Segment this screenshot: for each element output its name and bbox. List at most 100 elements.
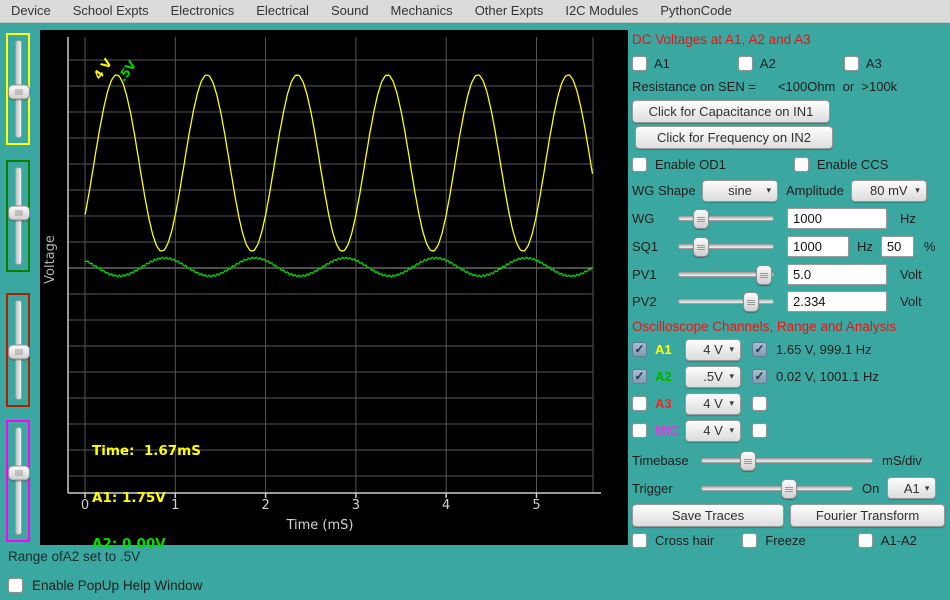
a1-enable-checkbox[interactable] bbox=[632, 342, 647, 357]
wg-slider[interactable] bbox=[678, 208, 774, 228]
a1-range-value: 4 V bbox=[703, 342, 723, 357]
wg-shape-label: WG Shape bbox=[632, 183, 702, 198]
a2-range-select[interactable]: .5V ▾ bbox=[685, 366, 741, 388]
sq1-slider[interactable] bbox=[678, 236, 774, 256]
menu-mechanics[interactable]: Mechanics bbox=[380, 0, 464, 22]
a3-enable-checkbox[interactable] bbox=[632, 396, 647, 411]
chevron-down-icon: ▾ bbox=[729, 425, 734, 436]
chevron-down-icon: ▾ bbox=[915, 185, 920, 196]
trigger-channel-select[interactable]: A1 ▾ bbox=[887, 477, 936, 499]
mic-channel-label: MIC bbox=[655, 423, 685, 438]
a2-channel-label: A2 bbox=[655, 369, 685, 384]
freeze-checkbox[interactable] bbox=[742, 533, 757, 548]
chevron-down-icon: ▾ bbox=[729, 398, 734, 409]
a1-offset-slider[interactable] bbox=[6, 33, 30, 145]
enable-od1-label: Enable OD1 bbox=[655, 157, 726, 172]
menu-school-expts[interactable]: School Expts bbox=[62, 0, 160, 22]
a3-channel-label: A3 bbox=[655, 396, 685, 411]
mic-offset-slider[interactable] bbox=[6, 420, 30, 542]
menu-bar: Device School Expts Electronics Electric… bbox=[0, 0, 950, 23]
trigger-slider[interactable] bbox=[701, 478, 853, 498]
pv2-label: PV2 bbox=[632, 294, 678, 309]
pv1-slider[interactable] bbox=[678, 264, 774, 284]
enable-ccs-checkbox[interactable] bbox=[794, 157, 809, 172]
menu-sound[interactable]: Sound bbox=[320, 0, 380, 22]
amplitude-select[interactable]: 80 mV ▾ bbox=[851, 180, 927, 202]
mic-range-value: 4 V bbox=[703, 423, 723, 438]
chevron-down-icon: ▾ bbox=[766, 185, 771, 196]
menu-electrical[interactable]: Electrical bbox=[245, 0, 320, 22]
wg-shape-select[interactable]: sine ▾ bbox=[702, 180, 778, 202]
a3-offset-slider[interactable] bbox=[6, 293, 30, 407]
help-row: Enable PopUp Help Window bbox=[8, 578, 202, 593]
menu-i2c-modules[interactable]: I2C Modules bbox=[554, 0, 649, 22]
pv2-slider-thumb[interactable] bbox=[743, 292, 759, 312]
a3-offset-thumb[interactable] bbox=[8, 345, 30, 360]
save-traces-button[interactable]: Save Traces bbox=[632, 504, 784, 527]
dc-a2-checkbox[interactable] bbox=[738, 56, 753, 71]
chevron-down-icon: ▾ bbox=[729, 344, 734, 355]
freeze-label: Freeze bbox=[765, 533, 805, 548]
menu-pythoncode[interactable]: PythonCode bbox=[649, 0, 743, 22]
popup-help-checkbox[interactable] bbox=[8, 578, 23, 593]
mic-analysis-checkbox[interactable] bbox=[752, 423, 767, 438]
sq1-duty-unit: % bbox=[924, 239, 936, 254]
menu-electronics[interactable]: Electronics bbox=[160, 0, 246, 22]
a1-analysis-value: 1.65 V, 999.1 Hz bbox=[776, 342, 872, 357]
sq1-slider-thumb[interactable] bbox=[693, 237, 709, 257]
dc-voltages-title: DC Voltages at A1, A2 and A3 bbox=[632, 32, 811, 47]
dc-a3-checkbox[interactable] bbox=[844, 56, 859, 71]
sq1-frequency-input[interactable] bbox=[787, 236, 849, 257]
a1-channel-label: A1 bbox=[655, 342, 685, 357]
dc-a1-checkbox[interactable] bbox=[632, 56, 647, 71]
readout-time: Time: 1.67mS bbox=[92, 444, 201, 460]
amplitude-label: Amplitude bbox=[786, 183, 844, 198]
a1-analysis-checkbox[interactable] bbox=[752, 342, 767, 357]
x-tick-0: 0 bbox=[79, 498, 91, 513]
pv1-voltage-input[interactable] bbox=[787, 264, 887, 285]
dc-a1-label: A1 bbox=[654, 56, 670, 71]
a2-analysis-checkbox[interactable] bbox=[752, 369, 767, 384]
control-panel: DC Voltages at A1, A2 and A3 A1 A2 A3 Re… bbox=[632, 30, 946, 552]
menu-device[interactable]: Device bbox=[0, 0, 62, 22]
dc-checkbox-row: A1 A2 A3 bbox=[632, 52, 946, 74]
wg-frequency-input[interactable] bbox=[787, 208, 887, 229]
a2-enable-checkbox[interactable] bbox=[632, 369, 647, 384]
sq1-unit: Hz bbox=[857, 239, 873, 254]
a1-offset-thumb[interactable] bbox=[8, 85, 30, 100]
x-tick-5: 5 bbox=[531, 498, 543, 513]
oscilloscope-section-title: Oscilloscope Channels, Range and Analysi… bbox=[632, 319, 896, 334]
wg-unit: Hz bbox=[900, 211, 916, 226]
mic-offset-track[interactable] bbox=[15, 427, 22, 535]
timebase-unit: mS/div bbox=[882, 453, 922, 468]
timebase-slider-thumb[interactable] bbox=[740, 451, 756, 471]
frequency-button[interactable]: Click for Frequency on IN2 bbox=[635, 126, 833, 149]
a1-range-select[interactable]: 4 V ▾ bbox=[685, 339, 741, 361]
pv1-slider-thumb[interactable] bbox=[756, 265, 772, 285]
a2-offset-slider[interactable] bbox=[6, 160, 30, 272]
wg-slider-thumb[interactable] bbox=[693, 209, 709, 229]
channel-row-a1: A1 4 V ▾ 1.65 V, 999.1 Hz bbox=[632, 336, 946, 363]
mic-enable-checkbox[interactable] bbox=[632, 423, 647, 438]
trigger-label: Trigger bbox=[632, 481, 701, 496]
sq1-duty-input[interactable] bbox=[881, 236, 914, 257]
menu-other-expts[interactable]: Other Expts bbox=[464, 0, 555, 22]
pv2-slider[interactable] bbox=[678, 291, 774, 311]
a3-analysis-checkbox[interactable] bbox=[752, 396, 767, 411]
timebase-slider[interactable] bbox=[701, 450, 873, 470]
mic-range-select[interactable]: 4 V ▾ bbox=[685, 420, 741, 442]
mic-offset-thumb[interactable] bbox=[8, 465, 30, 480]
fourier-transform-button[interactable]: Fourier Transform bbox=[790, 504, 945, 527]
pv2-voltage-input[interactable] bbox=[787, 291, 887, 312]
capacitance-button[interactable]: Click for Capacitance on IN1 bbox=[632, 100, 830, 123]
status-message: Range ofA2 set to .5V bbox=[8, 549, 140, 564]
x-tick-2: 2 bbox=[260, 498, 272, 513]
cross-hair-checkbox[interactable] bbox=[632, 533, 647, 548]
y-axis-label: Voltage bbox=[43, 235, 58, 284]
trigger-slider-thumb[interactable] bbox=[781, 479, 797, 499]
a2-offset-thumb[interactable] bbox=[8, 205, 30, 220]
a3-range-select[interactable]: 4 V ▾ bbox=[685, 393, 741, 415]
oscilloscope-display[interactable]: Voltage Time (mS) 0 1 2 3 4 5 4 V .5V Ti… bbox=[40, 30, 628, 545]
enable-od1-checkbox[interactable] bbox=[632, 157, 647, 172]
a1-a2-checkbox[interactable] bbox=[858, 533, 873, 548]
